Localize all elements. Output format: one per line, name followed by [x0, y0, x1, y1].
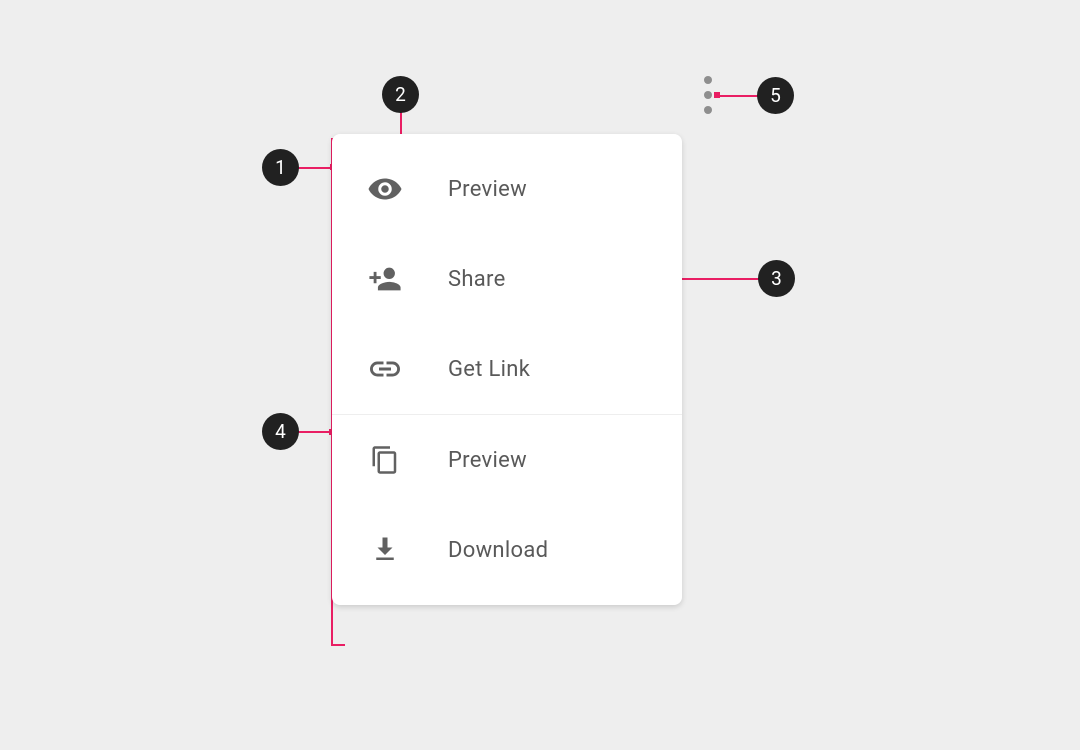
callout-1: 1	[262, 149, 299, 186]
download-icon	[360, 535, 410, 565]
menu-item-label: Get Link	[448, 357, 530, 382]
person-add-icon	[360, 262, 410, 296]
leader-1	[298, 167, 332, 169]
menu-item-label: Share	[448, 267, 506, 292]
dot	[704, 76, 712, 84]
menu-item-label: Preview	[448, 448, 527, 473]
callout-2: 2	[382, 76, 419, 113]
menu-item-preview[interactable]: Preview	[332, 144, 682, 234]
dot	[704, 106, 712, 114]
menu-item-share[interactable]: Share	[332, 234, 682, 324]
leader-5-cap	[714, 92, 720, 98]
eye-icon	[360, 171, 410, 207]
leader-5	[714, 95, 758, 97]
callout-3: 3	[758, 260, 795, 297]
leader-4-h	[298, 431, 332, 433]
copy-icon	[360, 443, 410, 477]
callout-4: 4	[262, 413, 299, 450]
dot	[704, 91, 712, 99]
menu-item-get-link[interactable]: Get Link	[332, 324, 682, 414]
menu-item-copy[interactable]: Preview	[332, 415, 682, 505]
menu-item-label: Preview	[448, 177, 527, 202]
menu-item-download[interactable]: Download	[332, 505, 682, 595]
callout-5: 5	[757, 77, 794, 114]
context-menu: Preview Share Get Link Preview Download	[332, 134, 682, 605]
more-vert-icon[interactable]	[704, 76, 712, 114]
menu-item-label: Download	[448, 538, 548, 563]
link-icon	[360, 351, 410, 387]
leader-rail-bottom	[331, 644, 345, 646]
